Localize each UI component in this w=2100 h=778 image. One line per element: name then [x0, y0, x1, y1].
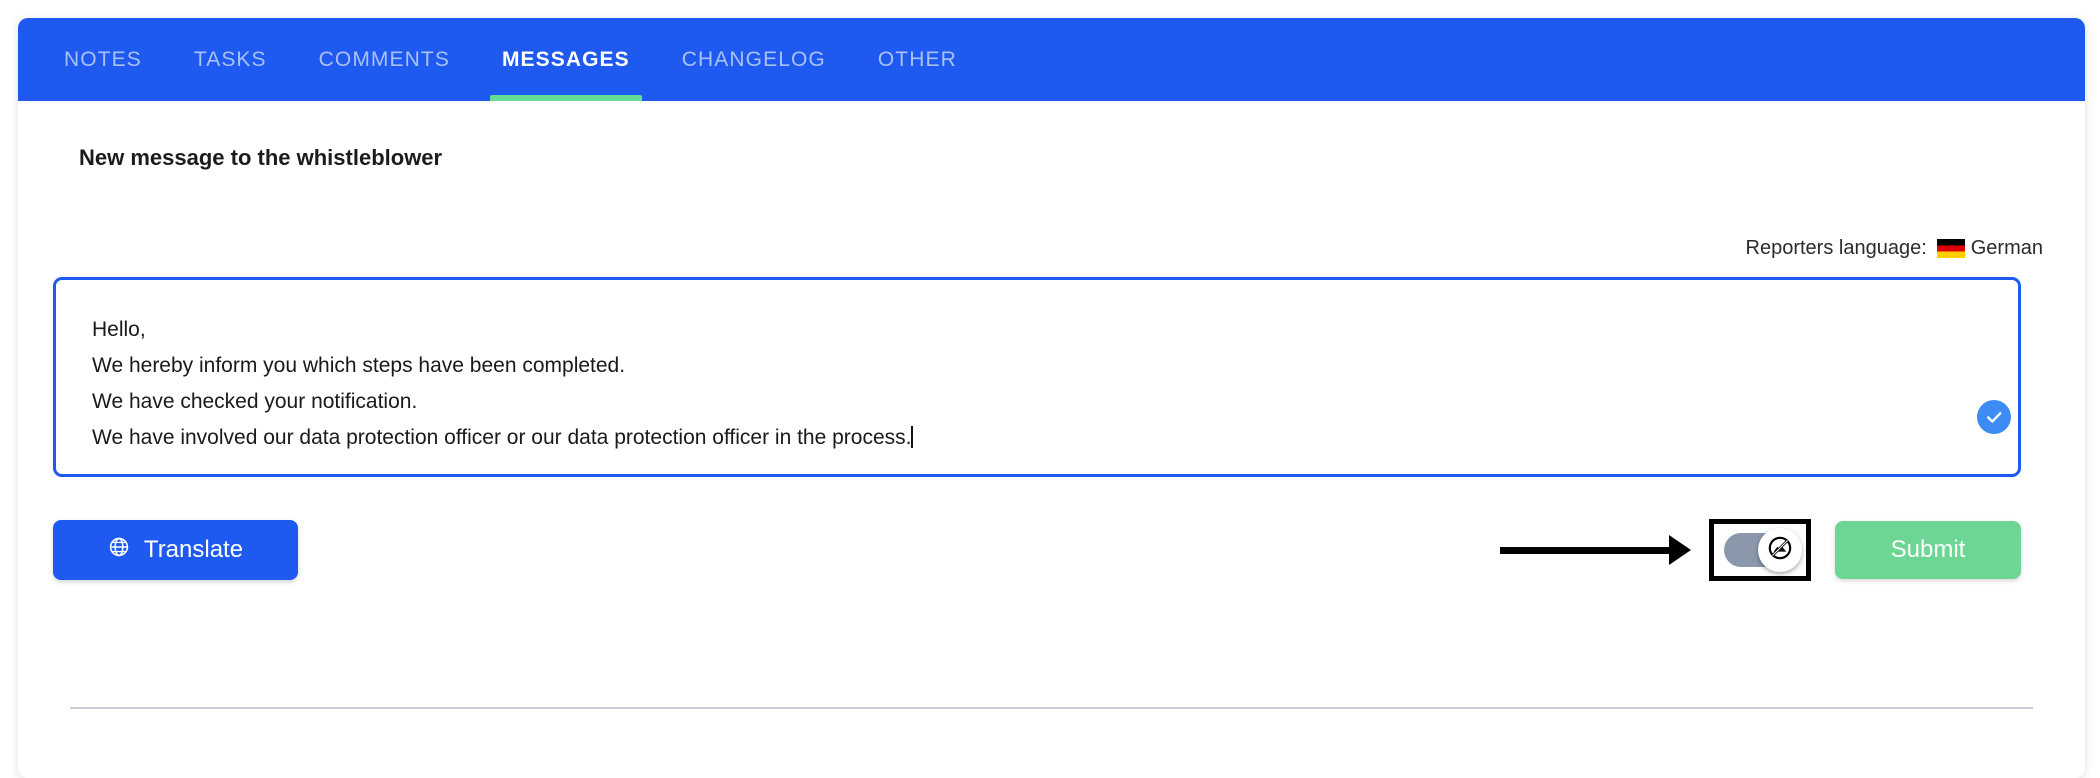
arrow-shaft [1500, 546, 1670, 554]
tab-messages[interactable]: MESSAGES [476, 18, 656, 101]
right-actions-cluster: Submit [1500, 519, 2021, 581]
tab-notes[interactable]: NOTES [38, 18, 168, 101]
action-row: Translate Submit [53, 519, 2021, 581]
toggle-highlight-box [1709, 519, 1811, 581]
translate-button-label: Translate [143, 536, 244, 563]
reporters-language-value: German [1970, 237, 2043, 259]
message-line-3: We have checked your notification. [92, 390, 418, 413]
card-body: New message to the whistleblower Reporte… [18, 145, 2085, 581]
tab-comments[interactable]: COMMENTS [293, 18, 476, 101]
toggle-knob [1758, 528, 1802, 572]
tab-label: NOTES [64, 47, 142, 71]
message-editor-wrap: Hello, We hereby inform you which steps … [53, 277, 2051, 477]
reporters-language-row: Reporters language: German [52, 237, 2043, 260]
message-textarea[interactable]: Hello, We hereby inform you which steps … [53, 277, 2021, 477]
text-caret [911, 426, 913, 448]
arrow-head [1669, 535, 1691, 565]
reporters-language-label: Reporters language: [1745, 237, 1927, 259]
message-line-4: We have involved our data protection off… [92, 426, 912, 449]
tab-label: COMMENTS [318, 47, 450, 71]
page-title: New message to the whistleblower [79, 145, 443, 170]
message-line-2: We hereby inform you which steps have be… [92, 354, 626, 377]
tab-label: TASKS [193, 47, 267, 71]
footer-divider [70, 707, 2033, 709]
arrow-right-icon [1500, 535, 1691, 565]
tab-label: CHANGELOG [681, 47, 826, 71]
submit-button-label: Submit [1890, 536, 1966, 563]
anonymize-toggle[interactable] [1724, 528, 1802, 572]
tab-other[interactable]: OTHER [852, 18, 983, 101]
message-line-1: Hello, [92, 318, 146, 341]
tab-active-underline [489, 95, 642, 101]
german-flag-icon [1936, 239, 1965, 258]
tab-label: MESSAGES [501, 47, 630, 71]
tab-tasks[interactable]: TASKS [168, 18, 293, 101]
translate-button[interactable]: Translate [53, 520, 298, 580]
submit-button[interactable]: Submit [1835, 521, 2021, 579]
globe-icon [108, 536, 130, 565]
tab-bar: NOTES TASKS COMMENTS MESSAGES CHANGELOG … [18, 18, 2085, 101]
tab-label: OTHER [877, 47, 957, 71]
image-off-icon [1767, 535, 1793, 566]
check-circle-icon [1977, 400, 2011, 434]
messages-card: NOTES TASKS COMMENTS MESSAGES CHANGELOG … [18, 18, 2085, 778]
page-root: NOTES TASKS COMMENTS MESSAGES CHANGELOG … [0, 0, 2100, 778]
tab-changelog[interactable]: CHANGELOG [656, 18, 852, 101]
